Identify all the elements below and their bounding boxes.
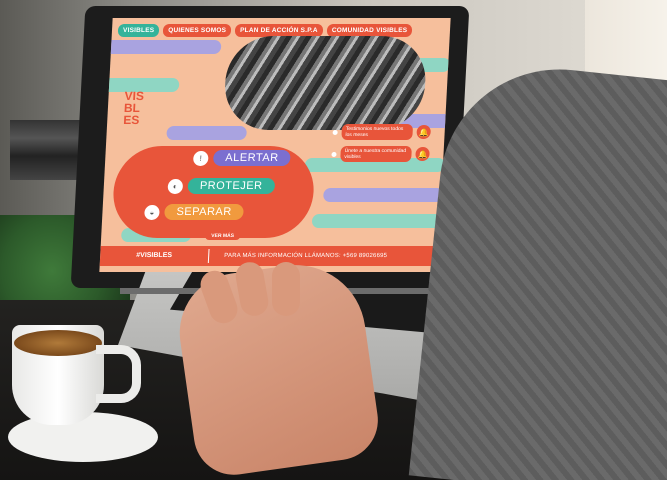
bg-stripe <box>100 40 222 54</box>
bg-stripe <box>323 188 444 202</box>
footer-contact-info: PARA MÁS INFORMACIÓN LLÁMANOS: +569 8902… <box>224 253 388 259</box>
finger <box>272 262 300 316</box>
cup-handle <box>96 345 141 403</box>
protejer-label: PROTEJER <box>187 178 275 194</box>
notification-item[interactable]: Únete a nuestra comunidad visibles 🔔 <box>331 146 430 162</box>
split-icon: ◒ <box>144 204 160 220</box>
bg-stripe <box>166 126 247 140</box>
footer-hashtag[interactable]: #VISIBLES <box>136 252 172 259</box>
bullet-icon <box>331 151 337 157</box>
separar-label: SEPARAR <box>164 204 245 220</box>
footer-divider <box>207 249 210 263</box>
protejer-button[interactable]: ◐ PROTEJER <box>167 178 275 194</box>
alert-icon: ! <box>192 150 209 166</box>
ver-mas-button[interactable]: VER MÁS <box>205 232 241 240</box>
logo-line: ES <box>122 113 140 127</box>
bell-icon[interactable]: 🔔 <box>415 147 430 161</box>
shield-icon: ◐ <box>167 178 184 194</box>
bullet-icon <box>332 129 338 135</box>
alertar-button[interactable]: ! ALERTAR <box>192 150 291 166</box>
alertar-label: ALERTAR <box>212 150 291 166</box>
notification-item[interactable]: Testimonios nuevos todos los meses 🔔 <box>332 124 432 140</box>
notifications: Testimonios nuevos todos los meses 🔔 Úne… <box>331 124 432 168</box>
laptop-screen: VISIBLES QUIENES SOMOS PLAN DE ACCIÓN S.… <box>99 18 451 272</box>
hero-image <box>222 36 428 130</box>
nav-item-quienes-somos[interactable]: QUIENES SOMOS <box>162 24 232 37</box>
nav-item-visibles[interactable]: VISIBLES <box>117 24 160 37</box>
bg-stripe <box>311 214 443 228</box>
notification-text: Testimonios nuevos todos los meses <box>341 124 414 140</box>
separar-button[interactable]: ◒ SEPARAR <box>144 204 245 220</box>
notification-text: Únete a nuestra comunidad visibles <box>340 146 413 162</box>
bell-icon[interactable]: 🔔 <box>416 125 432 139</box>
visibles-logo: VIS BL ES <box>122 89 144 127</box>
photo-scene: VISIBLES QUIENES SOMOS PLAN DE ACCIÓN S.… <box>0 0 667 480</box>
site-footer: #VISIBLES PARA MÁS INFORMACIÓN LLÁMANOS:… <box>99 246 439 266</box>
coffee <box>14 330 102 356</box>
